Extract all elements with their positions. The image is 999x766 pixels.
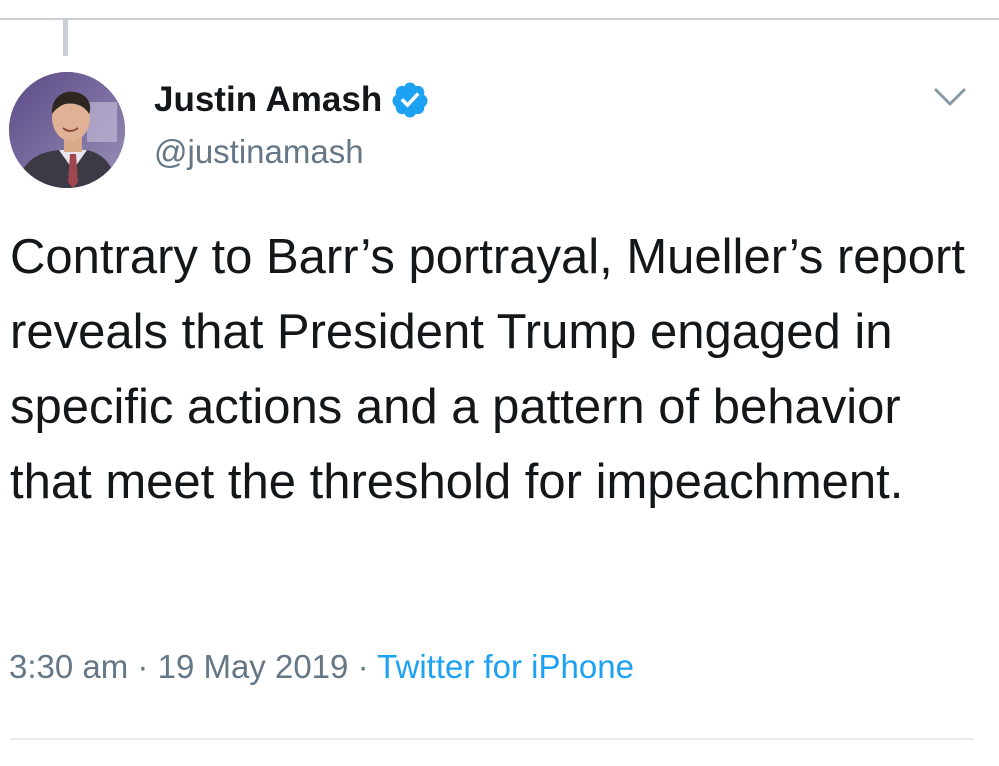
tweet-meta: 3:30 am · 19 May 2019 · Twitter for iPho…: [9, 648, 634, 686]
meta-separator: ·: [357, 648, 369, 685]
tweet-date[interactable]: 19 May 2019: [158, 648, 349, 685]
author-handle[interactable]: @justinamash: [154, 133, 364, 171]
thread-connector-line: [63, 20, 68, 56]
verified-badge-icon: [390, 80, 430, 120]
bottom-divider: [10, 738, 974, 740]
author-display-name-row[interactable]: Justin Amash: [154, 80, 430, 120]
avatar[interactable]: [9, 72, 125, 188]
avatar-image: [9, 72, 125, 188]
tweet-text: Contrary to Barr’s portrayal, Mueller’s …: [10, 230, 965, 509]
author-display-name[interactable]: Justin Amash: [154, 80, 382, 120]
top-divider: [0, 18, 999, 20]
chevron-down-icon[interactable]: [930, 82, 970, 114]
meta-separator: ·: [137, 648, 149, 685]
tweet-time[interactable]: 3:30 am: [9, 648, 128, 685]
tweet-source-link[interactable]: Twitter for iPhone: [377, 648, 634, 685]
